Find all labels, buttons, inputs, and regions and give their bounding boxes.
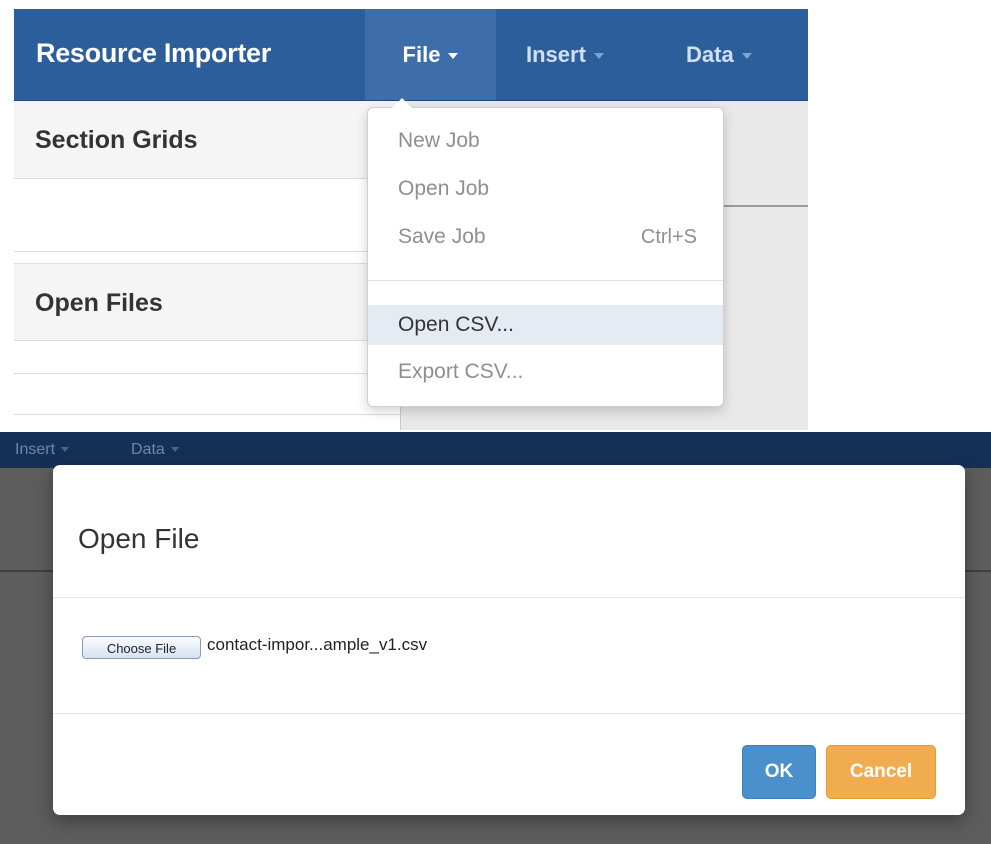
dialog-divider: [53, 597, 965, 598]
dialog-title: Open File: [78, 523, 200, 554]
sidebar: Section Grids Open Files: [14, 101, 401, 430]
navbar: Resource Importer File Insert Data: [14, 9, 808, 101]
file-dropdown-menu: New Job Open Job Save Job Ctrl+S Open CS…: [367, 98, 724, 407]
divider: [14, 373, 400, 374]
open-files-header[interactable]: Open Files: [14, 263, 400, 341]
menu-item-open-job[interactable]: Open Job: [368, 169, 723, 209]
menu-item-shortcut: Ctrl+S: [640, 226, 697, 248]
nav-file-label: File: [402, 42, 441, 67]
navbar-dimmed: Insert Data: [0, 432, 991, 468]
nav-insert-label: Insert: [526, 42, 586, 67]
nav-data-menu[interactable]: Data: [686, 9, 752, 100]
nav-data-label: Data: [686, 42, 734, 67]
nav-insert-menu[interactable]: Insert: [526, 9, 604, 100]
caret-down-icon: [741, 53, 752, 60]
menu-item-export-csv[interactable]: Export CSV...: [368, 352, 723, 392]
menu-item-open-csv[interactable]: Open CSV...: [368, 305, 723, 345]
menu-item-label: Export CSV...: [398, 360, 524, 383]
menu-item-save-job[interactable]: Save Job Ctrl+S: [368, 217, 723, 257]
menu-divider: [368, 280, 723, 281]
nav-insert-menu[interactable]: Insert: [15, 441, 70, 459]
menu-screenshot: Resource Importer File Insert Data Secti…: [14, 9, 808, 430]
menu-item-label: Save Job: [398, 225, 486, 248]
nav-file-menu[interactable]: File: [365, 9, 496, 100]
divider: [14, 251, 400, 252]
dialog-divider: [53, 713, 965, 714]
ok-button[interactable]: OK: [742, 745, 816, 799]
menu-item-label: New Job: [398, 129, 480, 152]
choose-file-button[interactable]: Choose File: [82, 636, 201, 659]
caret-down-icon: [170, 447, 179, 453]
caret-down-icon: [448, 53, 459, 60]
menu-item-label: Open CSV...: [398, 313, 514, 336]
menu-item-new-job[interactable]: New Job: [368, 121, 723, 161]
section-grids-header[interactable]: Section Grids: [14, 101, 400, 179]
nav-data-menu[interactable]: Data: [131, 441, 179, 459]
nav-data-label: Data: [131, 441, 165, 458]
cancel-button[interactable]: Cancel: [826, 745, 936, 799]
open-file-dialog: Open File Choose File contact-impor...am…: [53, 465, 965, 815]
menu-item-label: Open Job: [398, 177, 490, 200]
nav-insert-label: Insert: [15, 441, 56, 458]
dialog-screenshot: Insert Data Open File Choose File contac…: [0, 432, 991, 844]
selected-file-name: contact-impor...ample_v1.csv: [207, 635, 428, 654]
caret-down-icon: [61, 447, 70, 453]
divider: [14, 414, 400, 415]
brand-title: Resource Importer: [36, 38, 271, 68]
caret-down-icon: [593, 53, 604, 60]
